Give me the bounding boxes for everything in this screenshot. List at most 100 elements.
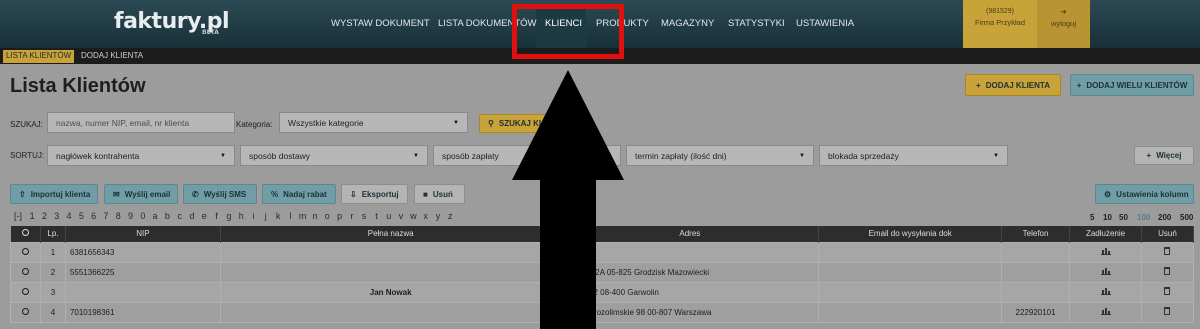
export-button[interactable]: ⇩ Eksportuj <box>341 184 408 204</box>
delete-row-icon[interactable] <box>1140 301 1195 323</box>
cell-nip: 5551366225 <box>64 261 221 283</box>
letter-filter-item[interactable]: z <box>444 211 456 221</box>
letter-filter: [-] 1 2 3 4 5 6 7 8 9 0 a b c d e f g h i j k l m n o p r s t u v w x y z <box>10 211 456 221</box>
sort-select-payment-term[interactable]: termin zapłaty (ilość dni) ▼ <box>626 145 814 166</box>
cell-full-name[interactable]: Jan Nowak <box>219 281 562 303</box>
subnav-dodaj-klienta[interactable]: DODAJ KLIENTA <box>81 51 143 60</box>
pager-5[interactable]: 5 <box>1090 213 1094 222</box>
debt-chart-icon[interactable] <box>1069 241 1142 263</box>
delete-row-icon[interactable] <box>1140 281 1195 303</box>
pager-10[interactable]: 10 <box>1103 213 1112 222</box>
category-select[interactable]: Wszystkie kategorie ▼ <box>279 112 468 133</box>
letter-filter-item[interactable]: 7 <box>100 211 112 221</box>
letter-filter-item[interactable]: j <box>260 211 272 221</box>
letter-filter-item[interactable]: i <box>247 211 259 221</box>
sort-select-delivery[interactable]: sposób dostawy ▼ <box>240 145 428 166</box>
company-id: (981529) <box>985 8 1015 15</box>
letter-filter-item[interactable]: o <box>321 211 333 221</box>
send-sms-button[interactable]: ✆ Wyślij SMS <box>183 184 257 204</box>
letter-filter-item[interactable]: m <box>297 211 309 221</box>
letter-filter-item[interactable]: y <box>432 211 444 221</box>
letter-filter-item[interactable]: s <box>358 211 370 221</box>
letter-filter-item[interactable]: x <box>420 211 432 221</box>
cell-full-name[interactable] <box>219 301 562 323</box>
col-full-name: Pełna nazwa <box>220 226 562 242</box>
logo[interactable]: faktury.pl BETA <box>114 9 230 36</box>
nav-wystaw-dokument[interactable]: WYSTAW DOKUMENT <box>331 18 430 29</box>
plus-icon: + <box>1076 80 1082 90</box>
letter-filter-item[interactable]: t <box>370 211 382 221</box>
letter-filter-item[interactable]: h <box>235 211 247 221</box>
letter-filter-item[interactable]: e <box>198 211 210 221</box>
letter-filter-item[interactable]: 5 <box>75 211 87 221</box>
add-client-button[interactable]: + DODAJ KLIENTA <box>965 74 1061 96</box>
cell-email <box>818 281 1003 303</box>
logout-button[interactable]: ➜ wyloguj <box>1037 0 1090 48</box>
letter-filter-item[interactable]: 9 <box>124 211 136 221</box>
sort-select-sales-block[interactable]: blokada sprzedaży ▼ <box>819 145 1008 166</box>
col-lp: Lp. <box>40 226 66 242</box>
radio-icon <box>21 287 29 295</box>
column-settings-button[interactable]: ⚙ Ustawienia kolumn <box>1095 184 1194 204</box>
letter-filter-item[interactable]: 3 <box>51 211 63 221</box>
row-select[interactable] <box>10 241 41 263</box>
letter-filter-item[interactable]: f <box>210 211 222 221</box>
delete-row-icon[interactable] <box>1140 261 1195 283</box>
letter-filter-item[interactable]: d <box>186 211 198 221</box>
letter-filter-item[interactable]: 2 <box>38 211 50 221</box>
letter-filter-item[interactable]: 8 <box>112 211 124 221</box>
send-email-button[interactable]: ✉ Wyślij email <box>104 184 178 204</box>
pager-200[interactable]: 200 <box>1158 213 1171 222</box>
cell-nip: 6381656343 <box>64 241 221 263</box>
subnav-lista-klientow[interactable]: LISTA KLIENTÓW <box>3 50 75 63</box>
cell-full-name[interactable] <box>219 261 562 283</box>
nav-magazyny[interactable]: MAGAZYNY <box>661 18 714 29</box>
letter-filter-item[interactable]: k <box>272 211 284 221</box>
debt-chart-icon[interactable] <box>1069 261 1142 283</box>
debt-chart-icon[interactable] <box>1069 281 1142 303</box>
letter-filter-item[interactable]: 6 <box>87 211 99 221</box>
letter-filter-item[interactable]: v <box>395 211 407 221</box>
add-many-clients-button[interactable]: + DODAJ WIELU KLIENTÓW <box>1070 74 1194 96</box>
letter-filter-item[interactable]: 0 <box>137 211 149 221</box>
cell-full-name[interactable] <box>219 241 562 263</box>
nav-ustawienia[interactable]: USTAWIENIA <box>796 18 854 29</box>
letter-filter-item[interactable]: g <box>223 211 235 221</box>
row-select[interactable] <box>10 281 41 303</box>
discount-button[interactable]: % Nadaj rabat <box>262 184 336 204</box>
letter-filter-item[interactable]: p <box>333 211 345 221</box>
search-input[interactable]: nazwa, numer NIP, email, nr klienta <box>47 112 235 133</box>
letter-filter-item[interactable]: r <box>346 211 358 221</box>
import-client-button[interactable]: ⇧ Importuj klienta <box>10 184 98 204</box>
plus-icon: + <box>1146 151 1152 160</box>
pager-50[interactable]: 50 <box>1119 213 1128 222</box>
letter-filter-item[interactable]: 1 <box>26 211 38 221</box>
col-debt: Zadłużenie <box>1069 226 1142 242</box>
sort-select-header[interactable]: nagłówek kontrahenta ▼ <box>47 145 235 166</box>
debt-chart-icon[interactable] <box>1069 301 1142 323</box>
delete-button[interactable]: ■ Usuń <box>414 184 465 204</box>
letter-filter-item[interactable]: [-] <box>10 211 26 221</box>
row-select[interactable] <box>10 261 41 283</box>
letter-filter-item[interactable]: c <box>174 211 186 221</box>
cell-email <box>818 261 1003 283</box>
delete-row-icon[interactable] <box>1140 241 1195 263</box>
more-button[interactable]: + Więcej <box>1134 146 1194 165</box>
pager-100[interactable]: 100 <box>1137 213 1150 222</box>
pager-500[interactable]: 500 <box>1180 213 1193 222</box>
letter-filter-item[interactable]: n <box>309 211 321 221</box>
letter-filter-item[interactable]: 4 <box>63 211 75 221</box>
radio-icon <box>21 267 29 275</box>
nav-statystyki[interactable]: STATYSTYKI <box>728 18 785 29</box>
company-account[interactable]: (981529) Firma Przykład <box>963 0 1037 48</box>
letter-filter-item[interactable]: b <box>161 211 173 221</box>
select-all-header[interactable] <box>10 226 41 242</box>
letter-filter-item[interactable]: l <box>284 211 296 221</box>
letter-filter-item[interactable]: a <box>149 211 161 221</box>
cell-email <box>818 241 1003 263</box>
arrow-up-icon <box>512 70 624 329</box>
letter-filter-item[interactable]: w <box>407 211 419 221</box>
row-select[interactable] <box>10 301 41 323</box>
category-label: Kategoria: <box>236 120 273 129</box>
letter-filter-item[interactable]: u <box>383 211 395 221</box>
